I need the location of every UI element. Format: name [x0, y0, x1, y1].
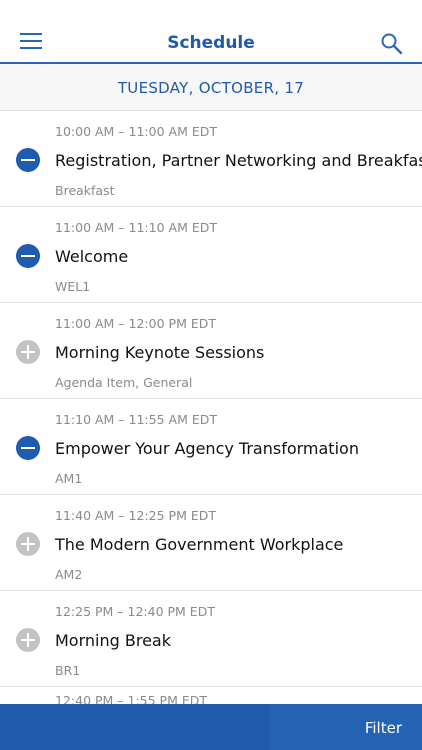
session-time: 10:00 AM – 11:00 AM EDT: [55, 124, 217, 139]
session-category: WEL1: [55, 279, 91, 294]
session-title: The Modern Government Workplace: [55, 535, 344, 554]
session-time: 11:10 AM – 11:55 AM EDT: [55, 412, 217, 427]
session-title: Registration, Partner Networking and Bre…: [55, 151, 422, 170]
add-session-icon[interactable]: [16, 532, 40, 556]
session-item[interactable]: 11:10 AM – 11:55 AM EDT Empower Your Age…: [0, 399, 422, 495]
remove-session-icon[interactable]: [16, 244, 40, 268]
session-time: 11:40 AM – 12:25 PM EDT: [55, 508, 216, 523]
session-list: 10:00 AM – 11:00 AM EDT Registration, Pa…: [0, 111, 422, 687]
bottom-bar-left: [0, 704, 270, 750]
session-category: Breakfast: [55, 183, 115, 198]
session-title: Empower Your Agency Transformation: [55, 439, 359, 458]
remove-session-icon[interactable]: [16, 148, 40, 172]
session-item[interactable]: 11:40 AM – 12:25 PM EDT The Modern Gover…: [0, 495, 422, 591]
filter-label: Filter: [364, 719, 402, 737]
session-category: AM2: [55, 567, 83, 582]
session-time: 11:00 AM – 12:00 PM EDT: [55, 316, 216, 331]
top-app-bar: Schedule: [0, 0, 422, 64]
date-header: TUESDAY, OCTOBER, 17: [0, 64, 422, 111]
session-item[interactable]: 11:00 AM – 11:10 AM EDT Welcome WEL1: [0, 207, 422, 303]
session-category: BR1: [55, 663, 81, 678]
session-item[interactable]: 11:00 AM – 12:00 PM EDT Morning Keynote …: [0, 303, 422, 399]
bottom-bar: Filter: [0, 704, 422, 750]
filter-button[interactable]: Filter: [270, 704, 422, 750]
session-category: AM1: [55, 471, 83, 486]
remove-session-icon[interactable]: [16, 436, 40, 460]
session-title: Morning Break: [55, 631, 171, 650]
session-time: 12:25 PM – 12:40 PM EDT: [55, 604, 215, 619]
search-icon[interactable]: [380, 32, 404, 56]
session-title: Welcome: [55, 247, 129, 266]
session-time: 11:00 AM – 11:10 AM EDT: [55, 220, 217, 235]
page-title: Schedule: [167, 33, 255, 53]
add-session-icon[interactable]: [16, 628, 40, 652]
session-category: Agenda Item, General: [55, 375, 193, 390]
session-item[interactable]: 10:00 AM – 11:00 AM EDT Registration, Pa…: [0, 111, 422, 207]
add-session-icon[interactable]: [16, 340, 40, 364]
session-title: Morning Keynote Sessions: [55, 343, 265, 362]
session-item[interactable]: 12:25 PM – 12:40 PM EDT Morning Break BR…: [0, 591, 422, 687]
